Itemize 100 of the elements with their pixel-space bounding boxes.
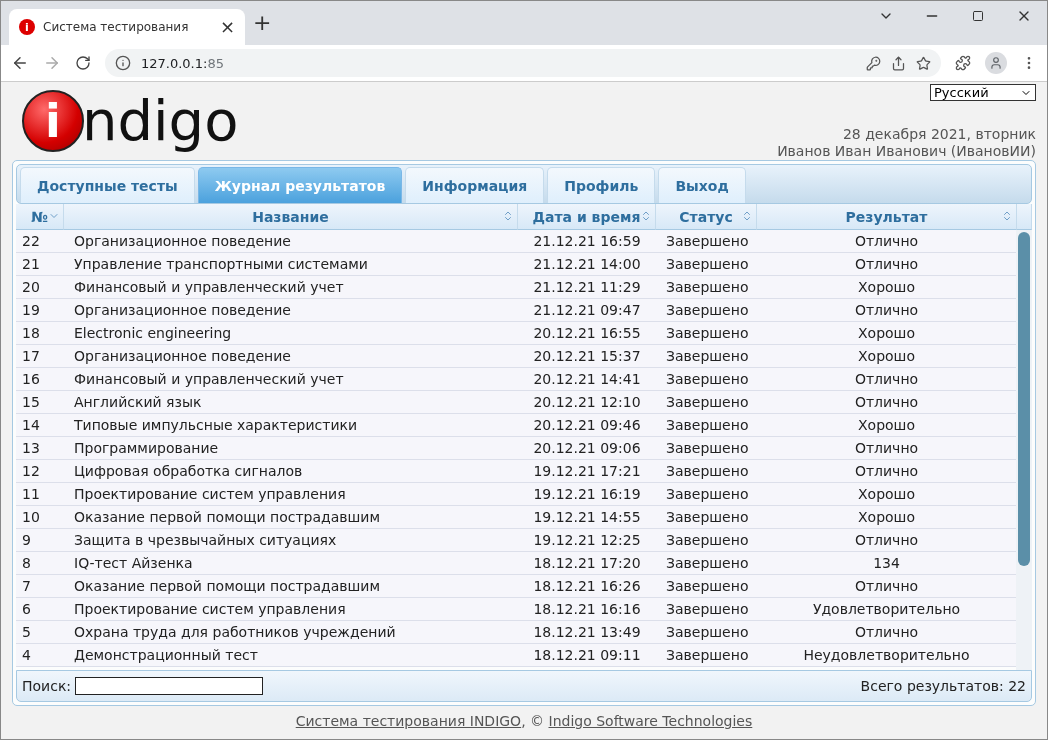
header-corner [1017, 204, 1032, 230]
column-header[interactable]: № [16, 204, 64, 230]
table-cell-text: Завершено [665, 508, 750, 527]
table-cell-text: Типовые импульсные характеристики [73, 416, 359, 435]
column-header[interactable]: Дата и время [518, 204, 656, 230]
table-cell-text: Хорошо [857, 508, 916, 527]
table-row[interactable]: 5 Охрана труда для работников учреждений 18.12.21 13:49 Завершено Отлично [16, 621, 1016, 644]
language-select[interactable]: Русский [930, 84, 1036, 102]
table-cell-text: Цифровая обработка сигналов [73, 462, 304, 481]
share-icon[interactable] [891, 55, 906, 71]
table-cell-text: Завершено [665, 646, 750, 665]
column-header[interactable]: Название [64, 204, 518, 230]
table-row[interactable]: 8 IQ-тест Айзенка 18.12.21 17:20 Завершено 134 [16, 552, 1016, 575]
copyright-text: , © [521, 713, 546, 729]
table-cell-text: 20.12.21 16:55 [532, 324, 642, 343]
table-cell-text: 134 [872, 554, 901, 573]
system-link[interactable]: Система тестирования INDIGO [295, 713, 522, 729]
company-link[interactable]: Indigo Software Technologies [548, 713, 753, 729]
current-date: 28 декабря 2021, вторник [842, 126, 1036, 143]
table-cell-text: 16 [21, 370, 41, 389]
table-cell-text: 12 [21, 462, 41, 481]
back-icon[interactable] [11, 54, 29, 72]
nav-tab[interactable]: Информация [405, 167, 545, 203]
browser-tab[interactable]: i Система тестирования × [9, 9, 245, 45]
address-bar[interactable]: 127.0.0.1:85 [105, 49, 941, 77]
reload-icon[interactable] [75, 55, 91, 71]
table-row[interactable]: 22 Организационное поведение 21.12.21 16:59 Завершено Отлично [16, 230, 1016, 253]
info-icon[interactable] [115, 55, 131, 71]
profile-icon[interactable] [985, 52, 1007, 74]
table-cell-text: Защита в чрезвычайных ситуациях [73, 531, 338, 550]
table-row[interactable]: 14 Типовые импульсные характеристики 20.12.21 09:46 Завершено Хорошо [16, 414, 1016, 437]
table-cell-text: Отлично [853, 393, 920, 412]
sort-icon[interactable] [502, 210, 514, 222]
table-cell-text: Отлично [853, 623, 920, 642]
search-field[interactable] [75, 677, 264, 695]
table-cell-text: Управление транспортными системами [73, 255, 369, 274]
table-cell-text: 11 [21, 485, 41, 504]
table-cell-text: 6 [21, 600, 32, 619]
search-label: Поиск: [22, 678, 72, 694]
table-cell-text: 20.12.21 12:10 [532, 393, 642, 412]
table-row[interactable]: 4 Демонстрационный тест 18.12.21 09:11 Завершено Неудовлетворительно [16, 644, 1016, 667]
sort-icon[interactable] [741, 210, 753, 222]
table-cell-text: 9 [21, 531, 32, 550]
table-cell-text: Оказание первой помощи пострадавшим [73, 577, 381, 596]
table-cell-text: Хорошо [857, 278, 916, 297]
table-cell-text: Отлично [853, 577, 920, 596]
table-cell-text: Отлично [853, 439, 920, 458]
table-cell-text: 7 [21, 577, 32, 596]
table-row[interactable]: 18 Electronic engineering 20.12.21 16:55 Завершено Хорошо [16, 322, 1016, 345]
scroll-thumb[interactable] [1018, 232, 1030, 566]
table-cell-text: 22 [21, 232, 41, 251]
table-row[interactable]: 11 Проектирование систем управления 19.12.21 16:19 Завершено Хорошо [16, 483, 1016, 506]
column-header[interactable]: Статус [656, 204, 757, 230]
table-row[interactable]: 20 Финансовый и управленческий учет 21.12.21 11:29 Завершено Хорошо [16, 276, 1016, 299]
table-cell-text: 18.12.21 17:20 [532, 554, 642, 573]
logo: i ndigo [12, 82, 239, 160]
table-row[interactable]: 7 Оказание первой помощи пострадавшим 18.12.21 16:26 Завершено Отлично [16, 575, 1016, 598]
star-icon[interactable] [916, 55, 931, 71]
table-cell-text: Демонстрационный тест [73, 646, 259, 665]
column-header[interactable]: Результат [757, 204, 1017, 230]
table-cell-text: 19.12.21 17:21 [532, 462, 642, 481]
table-cell-text: 20.12.21 15:37 [532, 347, 642, 366]
table-row[interactable]: 6 Проектирование систем управления 18.12.21 16:16 Завершено Удовлетворительно [16, 598, 1016, 621]
table-cell-text: Завершено [665, 439, 750, 458]
key-icon[interactable] [866, 55, 881, 71]
table-cell-text: Финансовый и управленческий учет [73, 370, 345, 389]
nav-tab[interactable]: Доступные тесты [20, 167, 195, 203]
table-row[interactable]: 19 Организационное поведение 21.12.21 09:47 Завершено Отлично [16, 299, 1016, 322]
table-cell-text: 18 [21, 324, 41, 343]
table-row[interactable]: 9 Защита в чрезвычайных ситуациях 19.12.21 12:25 Завершено Отлично [16, 529, 1016, 552]
table-row[interactable]: 13 Программирование 20.12.21 09:06 Завершено Отлично [16, 437, 1016, 460]
table-row[interactable]: 15 Английский язык 20.12.21 12:10 Завершено Отлично [16, 391, 1016, 414]
table-row[interactable]: 10 Оказание первой помощи пострадавшим 19.12.21 14:55 Завершено Хорошо [16, 506, 1016, 529]
table-cell-text: Отлично [853, 255, 920, 274]
table-cell-text: Завершено [665, 577, 750, 596]
new-tab-button[interactable]: + [253, 12, 272, 34]
table-row[interactable]: 21 Управление транспортными системами 21.12.21 14:00 Завершено Отлично [16, 253, 1016, 276]
table-row[interactable]: 17 Организационное поведение 20.12.21 15:37 Завершено Хорошо [16, 345, 1016, 368]
table-cell-text: Отлично [853, 301, 920, 320]
table-cell-text: Завершено [665, 278, 750, 297]
table-cell-text: Завершено [665, 393, 750, 412]
forward-icon[interactable] [43, 54, 61, 72]
table-row[interactable]: 12 Цифровая обработка сигналов 19.12.21 17:21 Завершено Отлично [16, 460, 1016, 483]
table-cell-text: 21.12.21 11:29 [532, 278, 642, 297]
table-row[interactable]: 16 Финансовый и управленческий учет 20.12.21 14:41 Завершено Отлично [16, 368, 1016, 391]
favicon-icon: i [19, 19, 35, 35]
table-cell-text: Завершено [665, 623, 750, 642]
nav-tab[interactable]: Выход [658, 167, 746, 203]
total-count: Всего результатов: 22 [860, 678, 1026, 694]
table-cell-text: 14 [21, 416, 41, 435]
scrollbar[interactable] [1016, 230, 1032, 670]
table-cell-text: Организационное поведение [73, 301, 292, 320]
puzzle-icon[interactable] [955, 55, 971, 71]
sort-icon[interactable] [1001, 210, 1013, 222]
nav-tab[interactable]: Профиль [547, 167, 656, 203]
table-cell-text: Завершено [665, 255, 750, 274]
table-cell-text: Завершено [665, 324, 750, 343]
close-tab-button[interactable]: × [219, 18, 235, 36]
sort-icon[interactable] [640, 210, 652, 222]
table-cell-text: Завершено [665, 416, 750, 435]
